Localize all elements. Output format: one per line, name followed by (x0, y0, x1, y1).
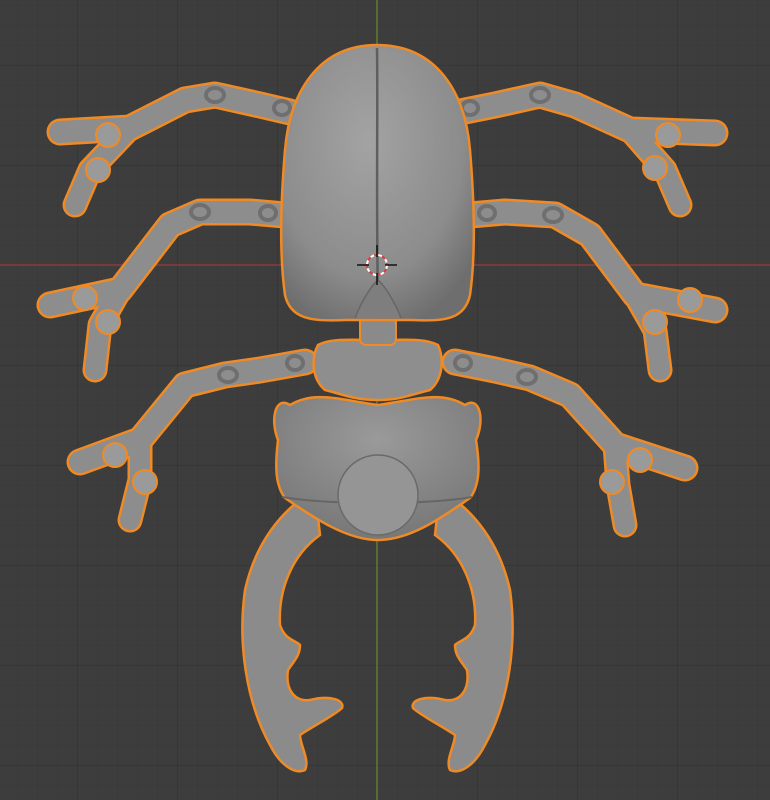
viewport-canvas[interactable] (0, 0, 770, 800)
thorax-segment (312, 338, 443, 402)
shell-seam (375, 47, 380, 301)
3d-viewport[interactable] (0, 0, 770, 800)
head-bulb (337, 454, 419, 536)
